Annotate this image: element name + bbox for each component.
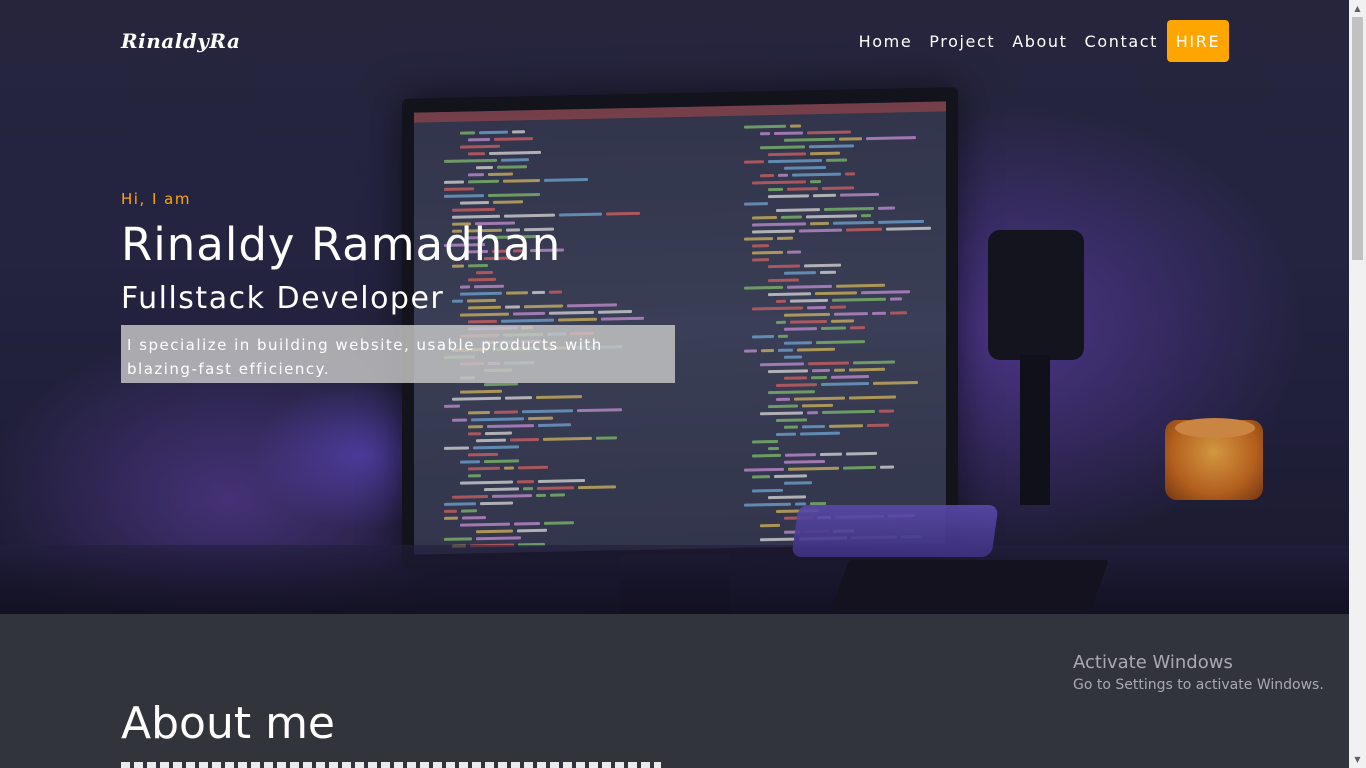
hero-intro: I specialize in building website, usable… — [121, 325, 675, 383]
windows-activation-subtitle: Go to Settings to activate Windows. — [1073, 677, 1324, 693]
main-nav: Home Project About Contact HIRE — [842, 20, 1229, 62]
site-logo[interactable]: RinaldyRa — [121, 29, 240, 53]
windows-activation-title: Activate Windows — [1073, 652, 1233, 673]
nav-link-home[interactable]: Home — [859, 32, 913, 51]
scroll-up-icon[interactable]: ▲ — [1349, 0, 1366, 17]
nav-link-contact[interactable]: Contact — [1085, 32, 1158, 51]
hire-button[interactable]: HIRE — [1167, 20, 1229, 62]
scrollbar-thumb[interactable] — [1352, 17, 1363, 260]
about-text-cutoff — [121, 762, 661, 768]
scroll-down-icon[interactable]: ▼ — [1349, 751, 1366, 768]
page-scrollbar[interactable]: ▲ ▼ — [1349, 0, 1366, 768]
nav-link-project[interactable]: Project — [929, 32, 995, 51]
hero-name: Rinaldy Ramadhan — [121, 218, 562, 271]
hero-role: Fullstack Developer — [121, 281, 445, 316]
nav-link-about[interactable]: About — [1012, 32, 1067, 51]
hero-greeting: Hi, I am — [121, 190, 191, 208]
about-title: About me — [121, 698, 336, 749]
